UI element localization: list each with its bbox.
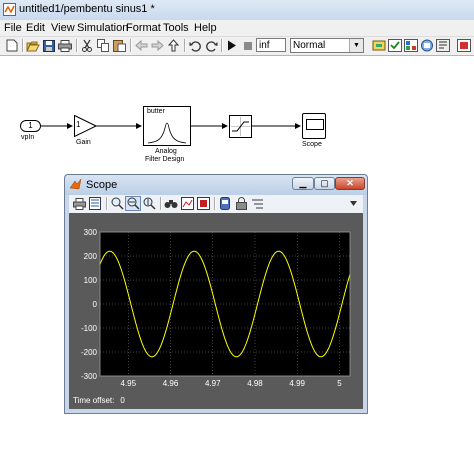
menu-tools[interactable]: Tools (163, 22, 189, 34)
zoom-x-icon[interactable] (125, 196, 141, 211)
scope-label: Scope (302, 141, 322, 148)
y-tick-label: 300 (84, 228, 98, 237)
x-tick-label: 5 (337, 379, 342, 388)
y-tick-label: -300 (81, 372, 98, 381)
signal-selection-icon[interactable] (249, 196, 265, 211)
time-offset-label: Time offset: (73, 396, 115, 405)
x-tick-label: 4.98 (247, 379, 263, 388)
filter-response-icon (147, 122, 187, 144)
y-tick-label: -200 (81, 348, 98, 357)
plot-area (100, 232, 350, 376)
y-tick-label: -100 (81, 324, 98, 333)
simulation-mode-select[interactable]: Normal ▼ (290, 38, 364, 53)
scope-toolbar (69, 195, 363, 214)
paste-icon[interactable] (111, 38, 127, 53)
model-explorer-icon[interactable] (419, 38, 435, 53)
forward-arrow-icon[interactable] (149, 38, 165, 53)
cut-icon[interactable] (79, 38, 95, 53)
menu-simulation[interactable]: Simulation (77, 22, 128, 34)
scope-title: Scope (86, 179, 118, 191)
x-tick-label: 4.99 (289, 379, 305, 388)
filter-title: butter (147, 108, 165, 115)
saturation-block[interactable] (229, 115, 252, 138)
debugger-icon[interactable] (435, 38, 451, 53)
stop-simulation-icon[interactable] (240, 38, 256, 53)
zoom-y-icon[interactable] (141, 196, 157, 211)
menu-bar: File Edit View Simulation Format Tools H… (0, 20, 474, 37)
inport-label: vpIn (21, 134, 35, 141)
maximize-button[interactable]: ▢ (314, 177, 335, 190)
chevron-down-icon[interactable]: ▼ (349, 39, 363, 52)
update-diagram-icon[interactable] (387, 38, 403, 53)
inport-number: 1 (28, 121, 33, 130)
help-block-icon[interactable] (456, 38, 472, 53)
inport-block[interactable]: 1 (20, 120, 41, 132)
save-icon[interactable] (41, 38, 57, 53)
open-folder-icon[interactable] (25, 38, 41, 53)
analog-filter-block[interactable]: butter (143, 106, 191, 146)
filter-label-line1: Analog (155, 148, 177, 155)
time-offset: Time offset: 0 (73, 396, 131, 405)
save-axes-icon[interactable] (179, 196, 195, 211)
scope-window: Scope ▁ ▢ ✕ 4.95 4.96 4.97 4.98 4.99 5 3… (64, 174, 368, 414)
x-tick-label: 4.97 (205, 379, 221, 388)
zoom-icon[interactable] (109, 196, 125, 211)
gain-value: 1 (76, 120, 81, 129)
saturation-icon (231, 117, 250, 136)
window-titlebar: untitled1/pembentu sinus1 * (0, 0, 474, 21)
x-tick-label: 4.95 (121, 379, 137, 388)
y-tick-label: 0 (93, 300, 98, 309)
scope-display: 4.95 4.96 4.97 4.98 4.99 5 300 200 100 0 -100 -200 -… (69, 213, 363, 409)
menu-view[interactable]: View (51, 22, 75, 34)
parameters-icon[interactable] (87, 196, 103, 211)
scope-block[interactable] (302, 113, 326, 139)
menu-help[interactable]: Help (194, 22, 217, 34)
window-title: untitled1/pembentu sinus1 * (19, 3, 155, 15)
scope-block-screen (306, 119, 324, 130)
floating-scope-icon[interactable] (217, 196, 233, 211)
y-tick-label: 200 (84, 252, 98, 261)
scope-titlebar: Scope ▁ ▢ ✕ (65, 175, 367, 195)
time-offset-value: 0 (120, 396, 125, 405)
minimize-button[interactable]: ▁ (292, 177, 314, 190)
start-simulation-icon[interactable] (224, 38, 240, 53)
build-icon[interactable] (371, 38, 387, 53)
new-model-icon[interactable] (4, 38, 20, 53)
simulation-mode-value: Normal (293, 40, 326, 51)
print-icon[interactable] (57, 38, 73, 53)
simulink-app-icon (3, 3, 16, 16)
toolbar: inf Normal ▼ (0, 37, 474, 56)
lock-axes-icon[interactable] (233, 196, 249, 211)
restore-axes-icon[interactable] (195, 196, 211, 211)
gain-label: Gain (76, 139, 91, 146)
toolbar-dock-arrow-icon[interactable] (345, 196, 361, 211)
back-arrow-icon[interactable] (133, 38, 149, 53)
up-arrow-icon[interactable] (165, 38, 181, 53)
print-icon[interactable] (71, 196, 87, 211)
undo-icon[interactable] (187, 38, 203, 53)
close-button[interactable]: ✕ (335, 177, 365, 190)
menu-file[interactable]: File (4, 22, 22, 34)
menu-format[interactable]: Format (126, 22, 161, 34)
matlab-logo-icon (69, 178, 82, 190)
filter-label-line2: Filter Design (145, 156, 185, 163)
scope-plot[interactable]: 4.95 4.96 4.97 4.98 4.99 5 300 200 100 0 -100 -200 -… (69, 213, 363, 393)
menu-edit[interactable]: Edit (26, 22, 45, 34)
redo-icon[interactable] (203, 38, 219, 53)
copy-icon[interactable] (95, 38, 111, 53)
x-tick-label: 4.96 (163, 379, 179, 388)
autoscale-icon[interactable] (163, 196, 179, 211)
library-browser-icon[interactable] (403, 38, 419, 53)
y-tick-label: 100 (84, 276, 98, 285)
stop-time-input[interactable]: inf (256, 38, 286, 52)
